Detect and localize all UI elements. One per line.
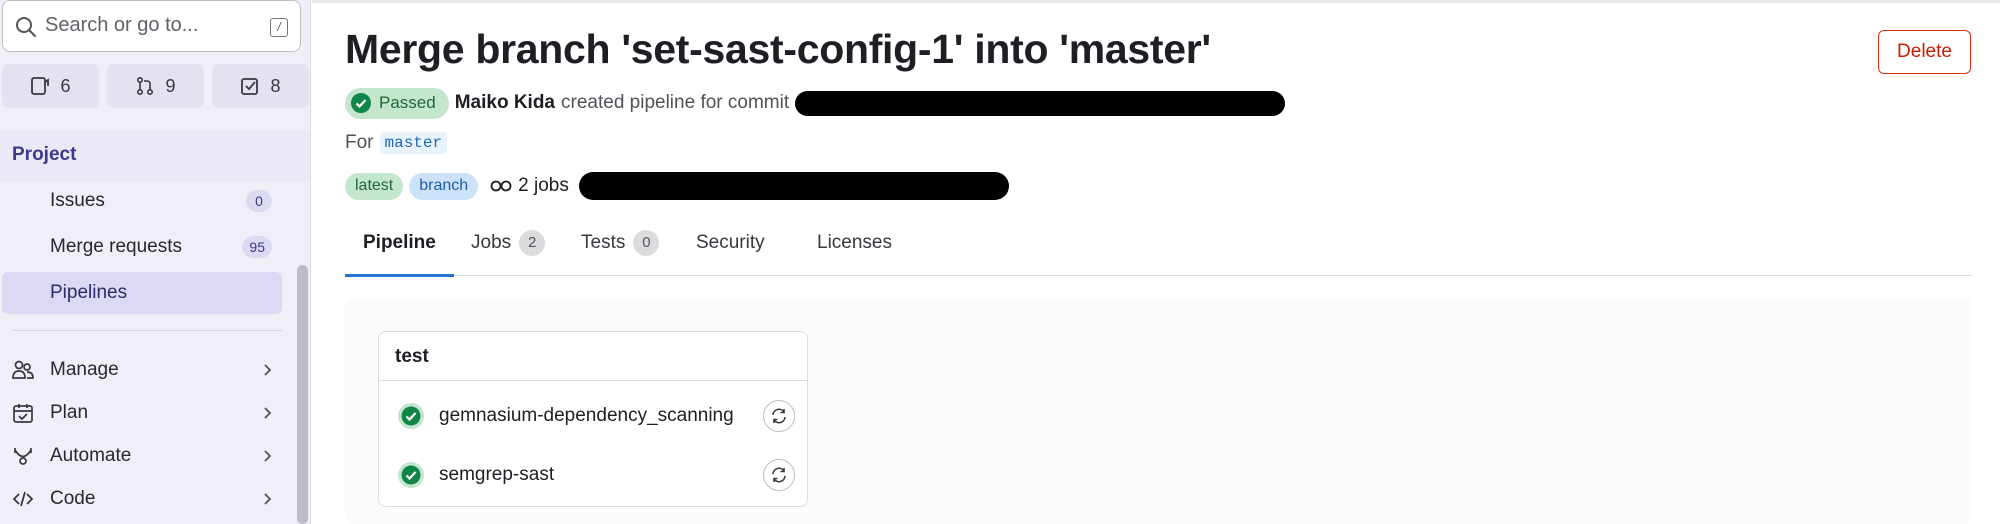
tab-label: Tests [581,232,626,253]
chevron-right-icon [264,450,272,462]
job-name: semgrep-sast [439,464,555,485]
stage-title: test [395,346,429,367]
stage-column: test gemnasium-dependency_scanning semgr… [378,331,808,507]
redacted-info [578,172,1009,200]
sidebar-scrollbar[interactable] [297,265,308,524]
pipeline-action-text: created pipeline for commit [561,92,790,113]
code-icon [12,491,34,507]
top-divider [312,0,2000,3]
rocket-icon [14,448,32,465]
sidebar-group-code[interactable]: Code [2,478,282,520]
sidebar: Search or go to... / 6 9 8 Project Issue… [0,0,311,524]
retry-icon [772,408,786,424]
user-counts: 6 9 8 [2,64,309,108]
sidebar-group-label: Manage [50,359,119,380]
tab-label: Pipeline [363,232,436,253]
issues-count-button[interactable]: 6 [2,64,99,108]
sidebar-group-label: Automate [50,445,132,466]
tab-count: 0 [633,230,660,256]
merge-requests-count: 9 [165,75,176,96]
sidebar-item-pipelines[interactable]: Pipelines [2,272,282,314]
retry-button[interactable] [763,400,795,432]
author-name[interactable]: Maiko Kida [455,92,555,114]
branch-tag: branch [409,172,479,200]
branch-line: For master [345,132,448,154]
sidebar-group-label: Plan [50,402,89,423]
sidebar-divider [12,330,282,331]
sidebar-group-automate[interactable]: Automate [2,435,282,477]
job-item[interactable]: semgrep-sast [395,455,795,495]
pipeline-tabs: Pipeline Jobs 2 Tests 0 Security License… [345,226,1972,277]
sidebar-item-merge-requests[interactable]: Merge requests 95 [2,226,282,268]
sidebar-section-title[interactable]: Project [12,144,76,166]
tab-label: Licenses [817,232,892,253]
branch-ref[interactable]: master [379,132,448,154]
search-input[interactable]: Search or go to... / [2,0,301,52]
job-item[interactable]: gemnasium-dependency_scanning [395,396,795,436]
redacted-commit [795,90,1286,116]
tab-tests[interactable]: Tests 0 [581,226,660,276]
calendar-icon [13,404,33,423]
tab-licenses[interactable]: Licenses [817,226,892,276]
todo-icon [241,78,259,95]
sidebar-group-plan[interactable]: Plan [2,392,282,434]
success-icon [398,462,424,488]
retry-button[interactable] [763,459,795,491]
delete-button[interactable]: Delete [1878,30,1971,74]
chevron-right-icon [264,407,272,419]
merge-requests-count-button[interactable]: 9 [107,64,204,108]
search-placeholder: Search or go to... [45,14,199,36]
status-label: Passed [379,93,436,112]
page-title: Merge branch 'set-sast-config-1' into 'm… [345,26,1211,72]
pipeline-meta: Passed Maiko Kida created pipeline for c… [345,87,1286,119]
sidebar-group-label: Code [50,488,96,509]
tab-count: 2 [519,230,546,256]
jobs-count-label: 2 jobs [518,175,569,196]
status-badge[interactable]: Passed [345,87,449,119]
tab-pipeline[interactable]: Pipeline [345,226,454,277]
search-shortcut: / [270,18,288,37]
sidebar-item-label: Issues [50,190,105,211]
chevron-right-icon [264,493,272,505]
sidebar-item-label: Pipelines [50,282,128,303]
todos-count-button[interactable]: 8 [212,64,309,108]
issues-badge: 0 [246,190,272,212]
pipeline-tags: latest branch 2 jobs [345,171,1009,201]
merge-requests-badge: 95 [242,236,272,258]
jobs-count: 2 jobs [490,175,569,197]
merge-request-icon [137,76,154,96]
check-circle-icon [351,93,371,113]
issues-count: 6 [60,75,71,96]
for-label: For [345,132,374,153]
sidebar-group-manage[interactable]: Manage [2,349,282,391]
chevron-right-icon [264,364,272,376]
sidebar-item-label: Merge requests [50,236,183,257]
stage-divider [379,380,807,381]
todos-count: 8 [270,75,281,96]
latest-tag: latest [345,172,404,200]
search-icon [16,17,36,37]
tab-jobs[interactable]: Jobs 2 [471,226,546,276]
sidebar-item-issues[interactable]: Issues 0 [2,180,282,222]
tab-label: Jobs [471,232,512,253]
users-icon [12,360,34,379]
issues-icon [31,77,50,95]
main-content: Merge branch 'set-sast-config-1' into 'm… [312,0,2000,524]
tab-label: Security [696,232,765,253]
pipeline-icon [490,180,512,192]
success-icon [398,403,424,429]
tab-security[interactable]: Security [696,226,765,276]
job-name: gemnasium-dependency_scanning [439,405,734,426]
retry-icon [772,467,786,483]
